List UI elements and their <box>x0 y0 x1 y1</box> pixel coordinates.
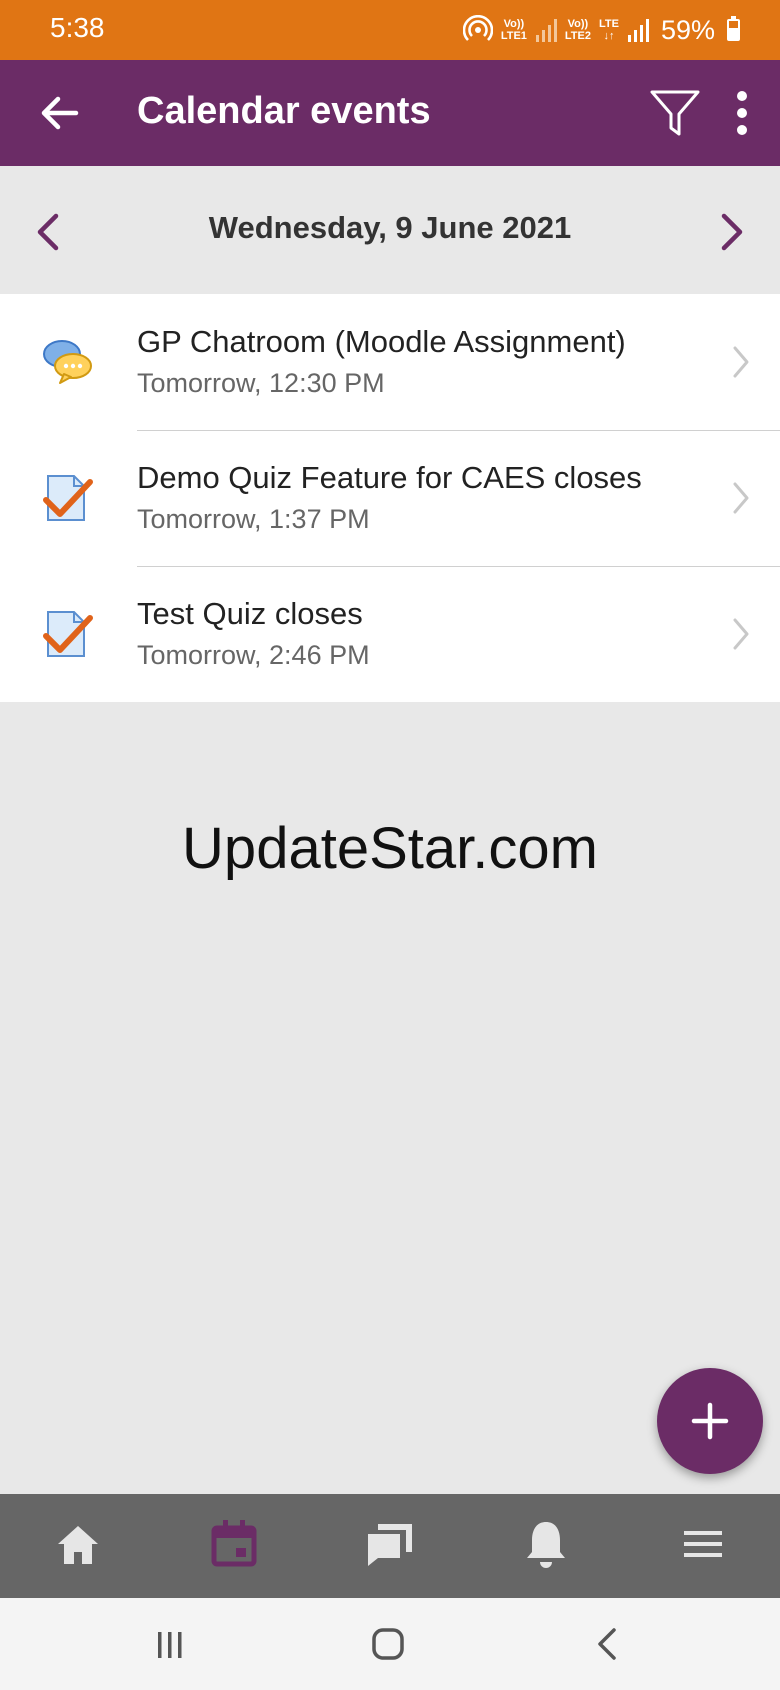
recents-button[interactable] <box>150 1624 190 1664</box>
tab-calendar[interactable] <box>204 1514 264 1574</box>
bell-icon <box>527 1522 565 1568</box>
watermark: UpdateStar.com <box>182 816 598 881</box>
next-day-button[interactable] <box>714 210 750 254</box>
event-title: Test Quiz closes <box>137 596 363 631</box>
filter-icon <box>650 90 700 136</box>
event-item-gp-chatroom[interactable]: GP Chatroom (Moodle Assignment) Tomorrow… <box>0 294 780 430</box>
tab-home[interactable] <box>48 1514 108 1574</box>
add-event-button[interactable] <box>657 1368 763 1474</box>
quiz-icon <box>43 611 93 657</box>
signal-sim1-icon <box>535 19 557 42</box>
filter-button[interactable] <box>648 88 702 140</box>
calendar-icon <box>211 1520 257 1567</box>
status-indicators: Vo)) LTE1 Vo)) LTE2 LTE ↓↑ 59% <box>462 10 740 50</box>
status-time: 5:38 <box>50 12 105 43</box>
plus-icon <box>691 1402 729 1440</box>
chat-icon <box>43 340 92 384</box>
back-chevron-icon <box>598 1628 616 1660</box>
event-time: Tomorrow, 2:46 PM <box>137 640 370 670</box>
arrow-left-icon <box>41 96 79 130</box>
event-time: Tomorrow, 1:37 PM <box>137 504 370 534</box>
event-item-test-quiz[interactable]: Test Quiz closes Tomorrow, 2:46 PM <box>0 566 780 702</box>
sim1-label: Vo)) LTE1 <box>500 18 527 42</box>
system-navigation <box>0 1598 780 1690</box>
system-back-button[interactable] <box>588 1624 628 1664</box>
chevron-right-icon <box>733 346 749 378</box>
status-bar: 5:38 Vo)) LTE1 Vo)) LTE2 LTE ↓↑ 59% <box>0 0 780 60</box>
tab-messages[interactable] <box>360 1514 420 1574</box>
battery-icon <box>727 16 740 41</box>
battery-percent: 59% <box>660 14 715 45</box>
sim2-label: Vo)) LTE2 <box>564 18 591 42</box>
tab-notifications[interactable] <box>516 1514 576 1574</box>
chevron-right-icon <box>733 618 749 650</box>
system-home-button[interactable] <box>368 1624 408 1664</box>
current-date: Wednesday, 9 June 2021 <box>208 210 572 245</box>
chevron-right-icon <box>733 482 749 514</box>
page-title: Calendar events <box>137 90 431 132</box>
quiz-icon <box>43 475 93 521</box>
event-item-demo-quiz[interactable]: Demo Quiz Feature for CAES closes Tomorr… <box>0 430 780 566</box>
bottom-navigation <box>0 1494 780 1598</box>
back-button[interactable] <box>34 88 84 138</box>
menu-icon <box>684 1531 722 1557</box>
date-navigation: Wednesday, 9 June 2021 <box>0 166 780 294</box>
event-time: Tomorrow, 12:30 PM <box>137 368 385 398</box>
tab-menu[interactable] <box>672 1514 732 1574</box>
recents-icon <box>158 1632 182 1658</box>
more-options-button[interactable] <box>727 88 757 138</box>
event-title: Demo Quiz Feature for CAES closes <box>137 460 642 495</box>
signal-sim2-icon <box>627 19 649 42</box>
event-title: GP Chatroom (Moodle Assignment) <box>137 324 626 359</box>
home-circle-icon <box>372 1628 404 1660</box>
chevron-right-icon <box>721 213 743 251</box>
more-vert-icon <box>737 91 747 135</box>
lte-label: LTE ↓↑ <box>598 18 619 42</box>
events-list: GP Chatroom (Moodle Assignment) Tomorrow… <box>0 294 780 702</box>
app-bar: Calendar events <box>0 60 780 166</box>
messages-icon <box>368 1524 412 1566</box>
home-icon <box>58 1526 98 1564</box>
hotspot-icon <box>462 15 493 41</box>
